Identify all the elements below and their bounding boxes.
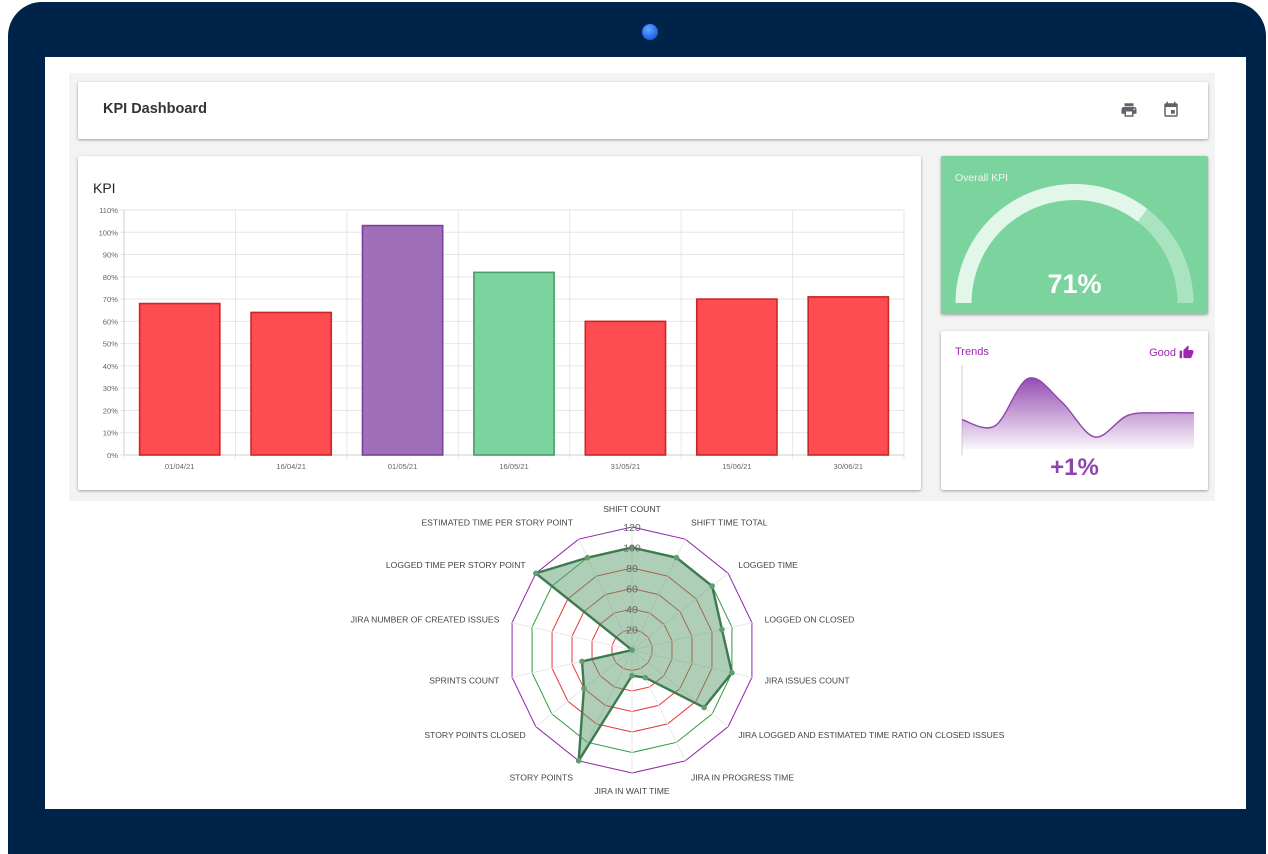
radar-axis-label: JIRA ISSUES COUNT — [765, 675, 851, 685]
radar-point — [701, 704, 707, 711]
y-tick-label: 80% — [103, 273, 118, 282]
y-tick-label: 40% — [103, 362, 118, 371]
calendar-icon — [1164, 101, 1178, 117]
kpi-bar-chart: 0% 10% 20% 30% 40% 50% 60% 70% 80% 90% 100% 110% 01/… — [99, 206, 905, 471]
radar-axis-label: JIRA IN WAIT TIME — [594, 786, 670, 796]
print-button[interactable] — [1117, 98, 1141, 122]
radar-point — [642, 674, 649, 681]
x-tick-label: 01/05/21 — [388, 462, 418, 471]
y-tick-label: 70% — [103, 295, 118, 304]
header-bar: KPI Dashboard — [78, 82, 1208, 139]
radar-axis-label: LOGGED TIME PER STORY POINT — [386, 560, 527, 570]
radar-point — [629, 672, 635, 679]
radar-tick-label: 120 — [623, 522, 641, 534]
screen: KPI Dashboard KPI 0% 10% 20% 30% 40% 50% 60% 70… — [45, 57, 1246, 809]
bar — [695, 298, 778, 456]
radar-point — [673, 554, 680, 561]
radar-axis-label: SHIFT COUNT — [603, 504, 661, 514]
x-tick-label: 31/05/21 — [611, 462, 641, 471]
trends-card: Trends Good +1% — [941, 331, 1208, 490]
bar — [584, 320, 667, 456]
radar-axis-label: LOGGED ON CLOSED — [765, 615, 855, 625]
calendar-button[interactable] — [1159, 98, 1183, 122]
radar-axis-label: STORY POINTS — [509, 773, 573, 783]
bar — [807, 296, 890, 456]
radar-tick-label: 40 — [626, 604, 638, 616]
radar-tick-label: 60 — [626, 584, 638, 596]
page-title: KPI Dashboard — [103, 101, 207, 117]
bar — [361, 224, 444, 456]
y-tick-label: 90% — [103, 251, 118, 260]
radar-point — [709, 583, 715, 589]
x-tick-label: 16/05/21 — [499, 462, 529, 471]
y-tick-label: 20% — [103, 406, 118, 415]
y-tick-label: 60% — [103, 317, 118, 326]
radar-tick-label: 20 — [626, 625, 638, 637]
x-tick-label: 15/06/21 — [722, 462, 752, 471]
print-icon — [1121, 103, 1137, 117]
overall-kpi-card: Overall KPI 71% — [941, 156, 1208, 314]
radar-tick-label: 80 — [626, 563, 638, 575]
overall-kpi-value: 71% — [1047, 269, 1102, 299]
bar — [138, 302, 221, 456]
x-tick-label: 01/04/21 — [165, 462, 195, 471]
trends-value: +1% — [1050, 454, 1099, 481]
radar-chart: 20 40 60 80 100 120 SHIFT COUNT SHIFT TIME TOTA… — [351, 504, 1005, 796]
radar-point — [629, 647, 635, 653]
y-tick-label: 100% — [99, 228, 119, 237]
radar-point — [719, 626, 725, 633]
radar-point — [581, 685, 587, 692]
radar-axis-label: JIRA IN PROGRESS TIME — [691, 773, 794, 783]
radar-point — [729, 670, 735, 676]
radar-point — [579, 658, 585, 665]
radar-axis-label: SPRINTS COUNT — [429, 675, 500, 685]
y-tick-label: 0% — [107, 451, 118, 460]
camera-icon — [642, 24, 658, 40]
radar-point — [584, 554, 591, 561]
radar-axis-label: LOGGED TIME — [738, 560, 798, 570]
y-tick-label: 30% — [103, 384, 118, 393]
radar-axis-label: JIRA NUMBER OF CREATED ISSUES — [351, 615, 500, 625]
laptop-frame: KPI Dashboard KPI 0% 10% 20% 30% 40% 50% 60% 70… — [8, 2, 1266, 854]
kpi-chart-card: KPI 0% 10% 20% 30% 40% 50% 60% 70% 80% 90% 100% 110… — [78, 156, 921, 490]
x-tick-label: 30/06/21 — [834, 462, 864, 471]
y-tick-label: 10% — [103, 429, 118, 438]
bar — [473, 271, 555, 456]
radar-axis-label: JIRA LOGGED AND ESTIMATED TIME RATIO ON … — [738, 730, 1004, 740]
radar-point — [533, 570, 539, 577]
radar-tick-label: 100 — [623, 543, 641, 555]
radar-point — [575, 758, 582, 764]
x-tick-label: 16/04/21 — [276, 462, 306, 471]
y-tick-label: 50% — [103, 340, 118, 349]
radar-axis-label: STORY POINTS CLOSED — [424, 730, 525, 740]
radar-series — [533, 546, 734, 762]
bar — [250, 311, 333, 456]
radar-axis-label: SHIFT TIME TOTAL — [691, 517, 768, 527]
y-tick-label: 110% — [99, 206, 118, 215]
radar-axis-label: ESTIMATED TIME PER STORY POINT — [421, 517, 573, 527]
